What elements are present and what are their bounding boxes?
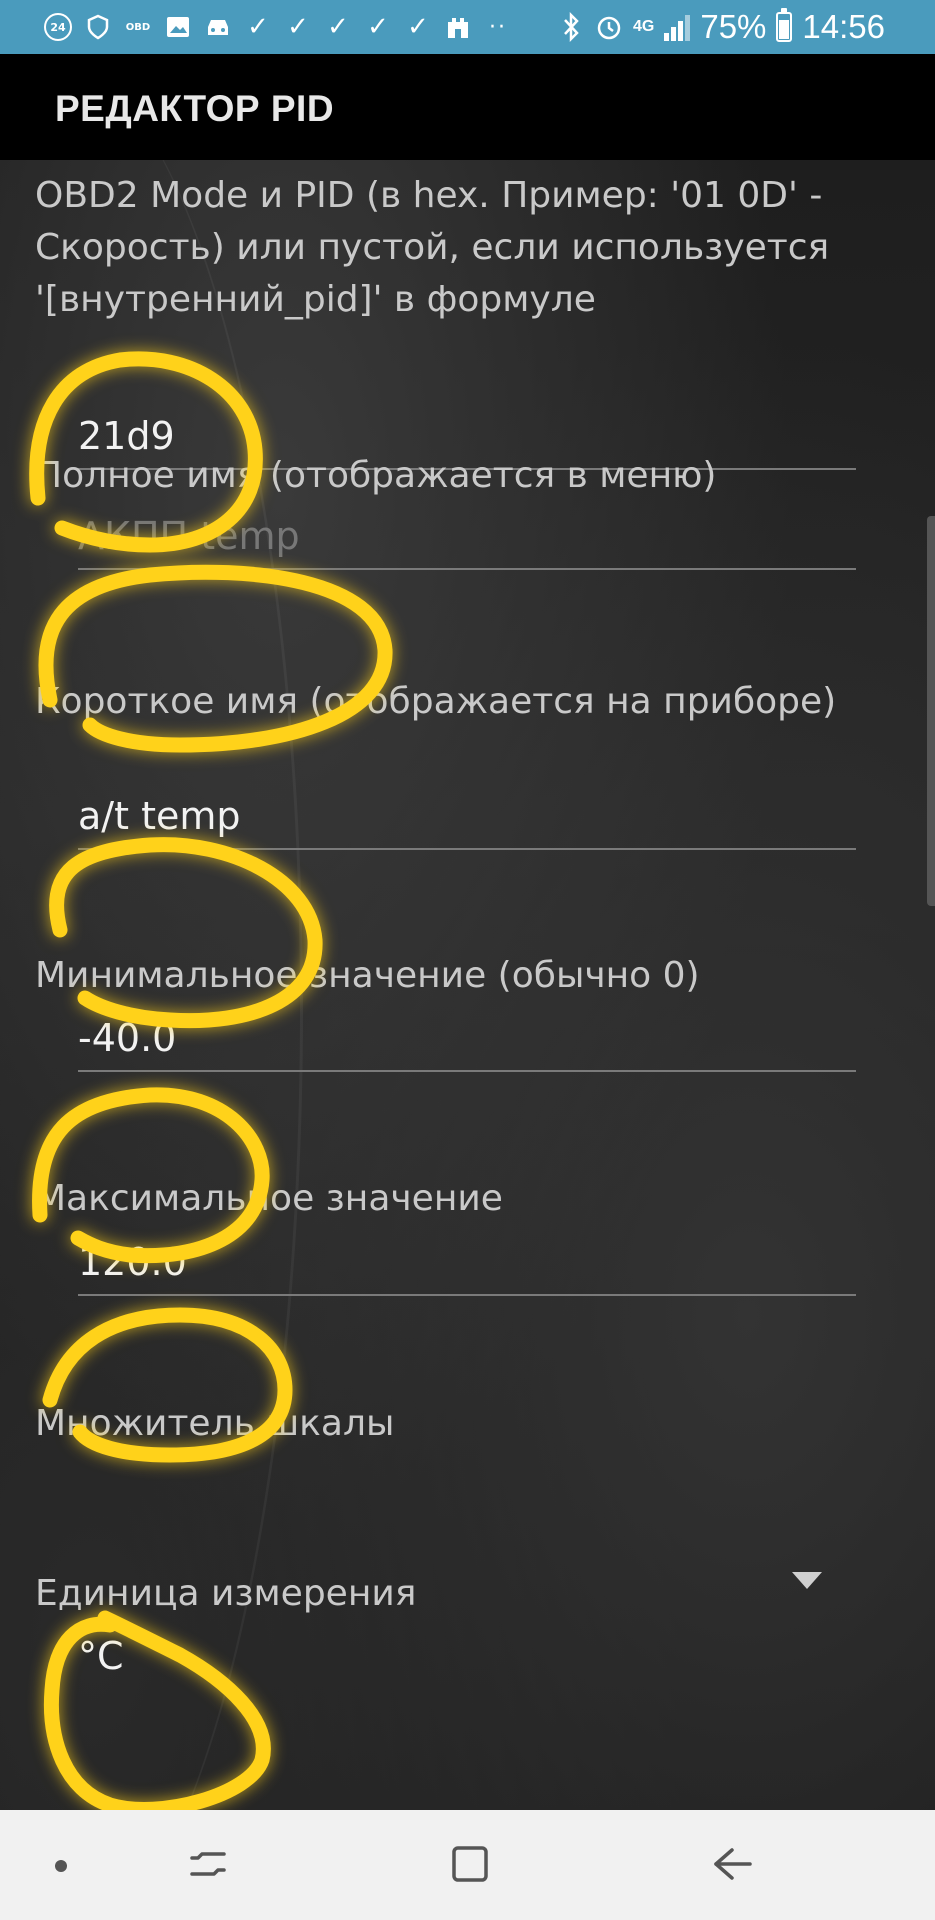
mode-pid-label: OBD2 Mode и PID (в hex. Пример: '01 0D' …	[35, 175, 830, 320]
calendar-24-icon: 24	[44, 13, 72, 41]
system-status: 4G 75% 14:56	[557, 0, 885, 54]
full-name-label: Полное имя (отображается в меню)	[35, 455, 717, 496]
shield-icon	[84, 13, 112, 41]
page-title: РЕДАКТОР PID	[55, 88, 335, 129]
min-value-label: Минимальное значение (обычно 0)	[35, 955, 700, 996]
check-icon: ✓	[327, 12, 349, 42]
alarm-icon	[595, 13, 623, 41]
nav-dot-icon[interactable]	[55, 1860, 67, 1872]
signal-icon	[664, 13, 691, 41]
check-icon: ✓	[367, 12, 389, 42]
check-icon: ✓	[247, 12, 269, 42]
battery-percent: 75%	[700, 8, 767, 45]
more-dots-icon: ··	[489, 14, 507, 40]
car-icon	[204, 13, 232, 41]
network-type: 4G	[633, 18, 655, 35]
short-name-label: Короткое имя (отображается на приборе)	[35, 681, 837, 722]
scrollbar[interactable]	[927, 516, 935, 906]
units-value: °C	[78, 1634, 124, 1678]
max-value-label: Максимальное значение	[35, 1178, 503, 1219]
check-icon: ✓	[287, 12, 309, 42]
app-bar: РЕДАКТОР PID	[0, 54, 935, 160]
status-bar: 24 OBD ✓ ✓ ✓ ✓ ✓ ·· 4G 75% 14:56	[0, 0, 935, 54]
gallery-icon	[164, 13, 192, 41]
recent-apps-icon[interactable]	[188, 1844, 228, 1884]
min-value-value: -40.0	[78, 1016, 177, 1060]
home-icon[interactable]	[450, 1844, 490, 1884]
full-name-value: АКПП temp	[78, 514, 300, 558]
clock: 14:56	[802, 8, 885, 45]
units-input[interactable]: °C	[78, 1630, 856, 1688]
min-value-input[interactable]: -40.0	[78, 1012, 856, 1072]
navigation-bar	[0, 1810, 935, 1920]
pid-editor-form[interactable]: OBD2 Mode и PID (в hex. Пример: '01 0D' …	[0, 160, 935, 1810]
scale-multiplier-label: Множитель шкалы	[35, 1403, 395, 1444]
check-icon: ✓	[407, 12, 429, 42]
bluetooth-icon	[557, 12, 585, 42]
notification-icons: 24 OBD ✓ ✓ ✓ ✓ ✓ ··	[44, 0, 512, 54]
short-name-input[interactable]: a/t temp	[78, 790, 856, 850]
max-value-input[interactable]: 120.0	[78, 1236, 856, 1296]
obd-icon: OBD	[125, 21, 151, 33]
full-name-input[interactable]: АКПП temp	[78, 510, 856, 570]
scale-multiplier-dropdown[interactable]	[78, 1460, 856, 1518]
units-label: Единица измерения	[35, 1573, 417, 1614]
battery-icon	[776, 8, 793, 42]
castle-icon	[444, 13, 472, 41]
max-value-value: 120.0	[78, 1240, 187, 1284]
back-icon[interactable]	[710, 1844, 754, 1884]
short-name-value: a/t temp	[78, 794, 241, 838]
